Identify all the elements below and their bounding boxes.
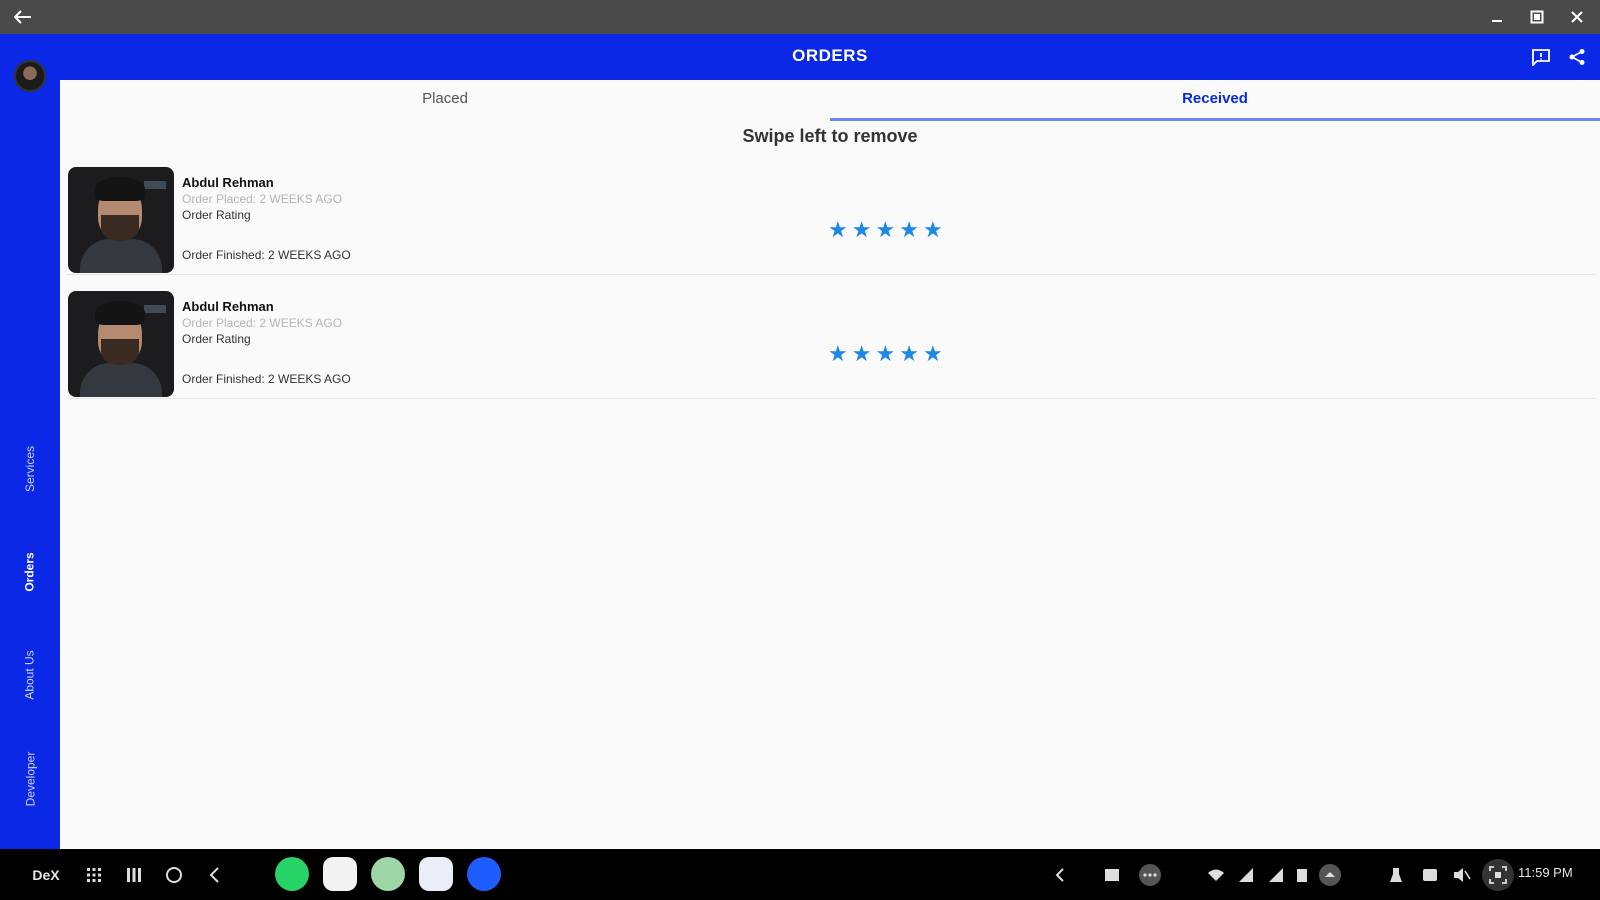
star-icon: ★ bbox=[922, 341, 943, 366]
dex-label[interactable]: DeX bbox=[28, 861, 64, 889]
tab-indicator bbox=[830, 118, 1600, 121]
order-finished-time: Order Finished: 2 WEEKS AGO bbox=[182, 372, 351, 386]
home-icon[interactable] bbox=[160, 861, 188, 889]
tab-received[interactable]: Received bbox=[830, 80, 1600, 122]
clock: 11:59 PM bbox=[1518, 865, 1573, 880]
rating-stars: ★ ★ ★ ★ ★ bbox=[828, 343, 943, 365]
minimize-icon[interactable] bbox=[1486, 6, 1508, 28]
star-icon: ★ bbox=[875, 341, 896, 366]
message-icon[interactable] bbox=[1418, 861, 1442, 889]
sidebar-item-label: Developer bbox=[22, 751, 37, 807]
capture-icon[interactable] bbox=[1482, 859, 1514, 891]
star-icon: ★ bbox=[851, 341, 872, 366]
tab-bar: Placed Received bbox=[60, 80, 1600, 122]
order-rating-label: Order Rating bbox=[182, 208, 251, 222]
order-placed-time: Order Placed: 2 WEEKS AGO bbox=[182, 192, 343, 206]
battery-icon bbox=[1290, 861, 1314, 889]
taskbar: DeX 11:59 PM bbox=[0, 849, 1600, 900]
sidebar-item-label: Orders bbox=[22, 552, 37, 592]
avatar[interactable] bbox=[14, 60, 46, 92]
star-icon: ★ bbox=[828, 341, 848, 366]
more-icon[interactable] bbox=[1136, 861, 1164, 889]
sidebar-item-developer[interactable]: Developer bbox=[0, 734, 60, 824]
star-icon: ★ bbox=[922, 217, 943, 242]
customer-photo bbox=[68, 291, 174, 397]
signal-icon bbox=[1234, 861, 1258, 889]
window-titlebar bbox=[0, 0, 1600, 34]
star-icon: ★ bbox=[899, 341, 919, 366]
star-icon: ★ bbox=[828, 217, 848, 242]
share-icon[interactable] bbox=[1564, 44, 1590, 70]
swipe-hint: Swipe left to remove bbox=[742, 126, 918, 146]
apps-grid-icon[interactable] bbox=[80, 861, 108, 889]
tab-placed[interactable]: Placed bbox=[60, 80, 830, 122]
gallery-icon[interactable] bbox=[323, 857, 357, 891]
messenger-icon[interactable] bbox=[467, 857, 501, 891]
whatsapp-icon[interactable] bbox=[275, 857, 309, 891]
page-title: ORDERS bbox=[792, 46, 868, 65]
sidebar-item-label: Services bbox=[22, 445, 37, 493]
app-icon[interactable] bbox=[371, 857, 405, 891]
side-navigation: Services Orders About Us Developer bbox=[0, 34, 60, 849]
customer-name: Abdul Rehman bbox=[182, 299, 274, 314]
close-icon[interactable] bbox=[1566, 6, 1588, 28]
app-icon[interactable] bbox=[419, 857, 453, 891]
expand-icon[interactable] bbox=[1316, 861, 1344, 889]
orders-content: Placed Received Swipe left to remove Abd… bbox=[60, 80, 1600, 849]
order-card[interactable]: Abdul Rehman Order Placed: 2 WEEKS AGO O… bbox=[66, 163, 1596, 275]
sidebar-item-services[interactable]: Services bbox=[0, 424, 60, 514]
app-bar: ORDERS bbox=[60, 34, 1600, 80]
star-icon: ★ bbox=[875, 217, 896, 242]
signal-icon bbox=[1264, 861, 1288, 889]
feedback-icon[interactable] bbox=[1528, 44, 1554, 70]
order-finished-time: Order Finished: 2 WEEKS AGO bbox=[182, 248, 351, 262]
restore-icon[interactable] bbox=[1526, 6, 1548, 28]
order-rating-label: Order Rating bbox=[182, 332, 251, 346]
order-placed-time: Order Placed: 2 WEEKS AGO bbox=[182, 316, 343, 330]
notification-icon[interactable] bbox=[1384, 861, 1408, 889]
wifi-icon bbox=[1204, 861, 1228, 889]
screenshot-icon[interactable] bbox=[1100, 861, 1124, 889]
recents-icon[interactable] bbox=[120, 861, 148, 889]
order-card[interactable]: Abdul Rehman Order Placed: 2 WEEKS AGO O… bbox=[66, 287, 1596, 399]
star-icon: ★ bbox=[899, 217, 919, 242]
sidebar-item-about-us[interactable]: About Us bbox=[0, 630, 60, 720]
volume-mute-icon[interactable] bbox=[1450, 861, 1474, 889]
customer-name: Abdul Rehman bbox=[182, 175, 274, 190]
sidebar-item-orders[interactable]: Orders bbox=[0, 527, 60, 617]
star-icon: ★ bbox=[851, 217, 872, 242]
arrow-left-icon[interactable] bbox=[12, 6, 34, 28]
back-icon[interactable] bbox=[200, 861, 228, 889]
rating-stars: ★ ★ ★ ★ ★ bbox=[828, 219, 943, 241]
sidebar-item-label: About Us bbox=[22, 650, 37, 700]
chevron-left-icon[interactable] bbox=[1048, 861, 1072, 889]
customer-photo bbox=[68, 167, 174, 273]
